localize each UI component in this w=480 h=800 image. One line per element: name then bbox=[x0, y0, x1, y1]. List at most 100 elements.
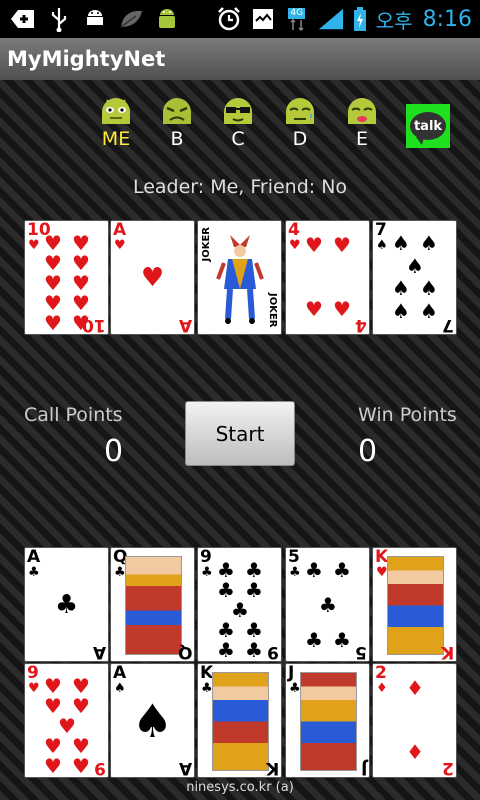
android-face-sad-icon bbox=[160, 96, 194, 126]
card-suit-small: ♣ bbox=[201, 681, 213, 696]
card-suit-small: ♣ bbox=[201, 565, 213, 580]
hand-card[interactable]: J ♣ J bbox=[285, 663, 370, 778]
app-title-bar: MyMightyNet bbox=[0, 38, 480, 81]
table-card: 4 ♥ ♥ ♥ ♥ ♥ 4 bbox=[285, 220, 370, 335]
network-4g-icon: 4G bbox=[284, 6, 310, 32]
card-rank: 5 bbox=[288, 547, 300, 567]
footer-credit: ninesys.co.kr (a) bbox=[186, 780, 294, 795]
card-suit-small: ♦ bbox=[376, 681, 388, 696]
card-suit-small: ♣ bbox=[289, 681, 301, 696]
club-pips-icon: ♣ ♣ ♣ ♣ ♣ ♣ ♣ ♣ ♣ bbox=[217, 558, 263, 662]
card-rank-joker-inverted: JOKER bbox=[267, 293, 278, 328]
player-me[interactable]: ME bbox=[92, 96, 140, 150]
hand-card[interactable]: 9 ♥ ♥ ♥ ♥ ♥ ♥ ♥ ♥ ♥ ♥ 9 bbox=[24, 663, 109, 778]
player-name-e: E bbox=[355, 128, 368, 150]
card-suit-small: ♣ bbox=[289, 565, 301, 580]
call-points-value: 0 bbox=[104, 434, 124, 469]
player-e[interactable]: E bbox=[338, 96, 386, 150]
card-rank-inverted: 5 bbox=[355, 642, 367, 662]
status-bar: 4G 오후 8:16 bbox=[0, 0, 480, 38]
heart-pips-icon: ♥ ♥ ♥ ♥ bbox=[305, 233, 351, 321]
jack-portrait-icon bbox=[300, 672, 357, 771]
card-rank-inverted: 4 bbox=[355, 315, 367, 335]
hand-card[interactable]: A ♠ ♠ A bbox=[110, 663, 195, 778]
card-rank-joker: JOKER bbox=[201, 227, 212, 262]
talk-bubble-icon: talk bbox=[410, 112, 446, 145]
queen-portrait-icon bbox=[125, 556, 182, 655]
club-pips-icon: ♣ ♣ ♣ ♣ ♣ bbox=[305, 558, 351, 652]
hand-card[interactable]: K ♣ K bbox=[197, 663, 282, 778]
card-rank: 9 bbox=[200, 547, 212, 567]
hand-card[interactable]: K ♥ K bbox=[372, 547, 457, 662]
card-rank-inverted: 2 bbox=[442, 758, 454, 778]
card-rank-inverted: 7 bbox=[442, 315, 454, 335]
player-name-c: C bbox=[231, 128, 245, 150]
status-clock: 8:16 bbox=[422, 6, 472, 32]
spade-pips-icon: ♠ ♠ ♠ ♠ ♠ ♠ ♠ bbox=[392, 231, 438, 323]
card-rank-inverted: K bbox=[440, 642, 454, 662]
card-suit-small: ♥ bbox=[28, 681, 40, 696]
card-suit-small: ♠ bbox=[376, 238, 388, 253]
leader-friend-status: Leader: Me, Friend: No bbox=[132, 176, 348, 198]
player-name-d: D bbox=[292, 128, 308, 150]
table-card: 10 ♥ ♥ ♥ ♥ ♥ ♥ ♥ ♥ ♥ ♥ ♥ 10 bbox=[24, 220, 109, 335]
card-rank-inverted: 9 bbox=[267, 642, 279, 662]
table-card: A ♥ ♥ A bbox=[110, 220, 195, 335]
status-ampm: 오후 bbox=[375, 8, 413, 33]
card-rank-inverted: A bbox=[92, 642, 106, 662]
signal-strength-icon bbox=[318, 6, 344, 32]
call-points-label: Call Points bbox=[24, 404, 123, 426]
app-title: MyMightyNet bbox=[7, 47, 166, 71]
android-face-sunglasses-icon bbox=[221, 96, 255, 126]
talk-label: talk bbox=[413, 118, 443, 134]
talk-button[interactable]: talk bbox=[406, 104, 450, 148]
player-c[interactable]: C bbox=[214, 96, 262, 150]
card-rank-inverted: A bbox=[178, 315, 192, 335]
card-rank-inverted: A bbox=[178, 758, 192, 778]
battery-charging-icon bbox=[352, 6, 368, 32]
card-rank-inverted: K bbox=[265, 758, 279, 778]
start-button[interactable]: Start bbox=[185, 401, 295, 466]
jester-icon bbox=[216, 229, 264, 330]
usb-icon bbox=[46, 6, 72, 32]
android-face-neutral-icon bbox=[99, 96, 133, 126]
add-notification-icon bbox=[10, 6, 36, 32]
android-face-kiss-icon bbox=[345, 96, 379, 126]
leaf-icon bbox=[118, 6, 144, 32]
card-rank: J bbox=[288, 663, 295, 683]
card-suit-small: ♥ bbox=[376, 565, 388, 580]
player-name-me: ME bbox=[101, 128, 131, 150]
hand-card[interactable]: A ♣ ♣ A bbox=[24, 547, 109, 662]
player-name-b: B bbox=[170, 128, 184, 150]
card-rank: 9 bbox=[27, 663, 39, 683]
table-card-joker: JOKER JOKER bbox=[197, 220, 282, 335]
table-card: 7 ♠ ♠ ♠ ♠ ♠ ♠ ♠ ♠ 7 bbox=[372, 220, 457, 335]
card-rank: 2 bbox=[375, 663, 387, 683]
win-points-label: Win Points bbox=[358, 404, 457, 426]
card-rank-inverted: J bbox=[360, 758, 367, 778]
hand-card[interactable]: 2 ♦ ♦ ♦ 2 bbox=[372, 663, 457, 778]
card-rank: 4 bbox=[288, 220, 300, 240]
android-face-worried-icon bbox=[283, 96, 317, 126]
card-rank-inverted: 9 bbox=[94, 758, 106, 778]
card-rank-inverted: 10 bbox=[82, 315, 106, 335]
alarm-icon bbox=[216, 6, 242, 32]
card-rank-inverted: Q bbox=[177, 642, 192, 662]
hand-card[interactable]: Q ♣ Q bbox=[110, 547, 195, 662]
player-b[interactable]: B bbox=[153, 96, 201, 150]
sd-card-icon bbox=[250, 6, 276, 32]
win-points-value: 0 bbox=[358, 434, 378, 469]
game-board: ME B C D E talk Leader: Me, Friend: No 1… bbox=[0, 80, 480, 800]
network-type: 4G bbox=[288, 7, 306, 19]
king-portrait-icon bbox=[387, 556, 444, 655]
hand-card[interactable]: 9 ♣ ♣ ♣ ♣ ♣ ♣ ♣ ♣ ♣ ♣ 9 bbox=[197, 547, 282, 662]
card-suit-small: ♣ bbox=[114, 565, 126, 580]
android-debug-icon bbox=[82, 6, 108, 32]
card-rank: 7 bbox=[375, 220, 387, 240]
player-d[interactable]: D bbox=[276, 96, 324, 150]
king-portrait-icon bbox=[212, 672, 269, 771]
card-suit-small: ♥ bbox=[28, 238, 40, 253]
heart-pips-icon: ♥ ♥ ♥ ♥ ♥ ♥ ♥ ♥ ♥ ♥ bbox=[44, 231, 90, 335]
hand-card[interactable]: 5 ♣ ♣ ♣ ♣ ♣ ♣ 5 bbox=[285, 547, 370, 662]
heart-pips-icon: ♥ ♥ ♥ ♥ ♥ ♥ ♥ ♥ ♥ bbox=[44, 674, 90, 778]
